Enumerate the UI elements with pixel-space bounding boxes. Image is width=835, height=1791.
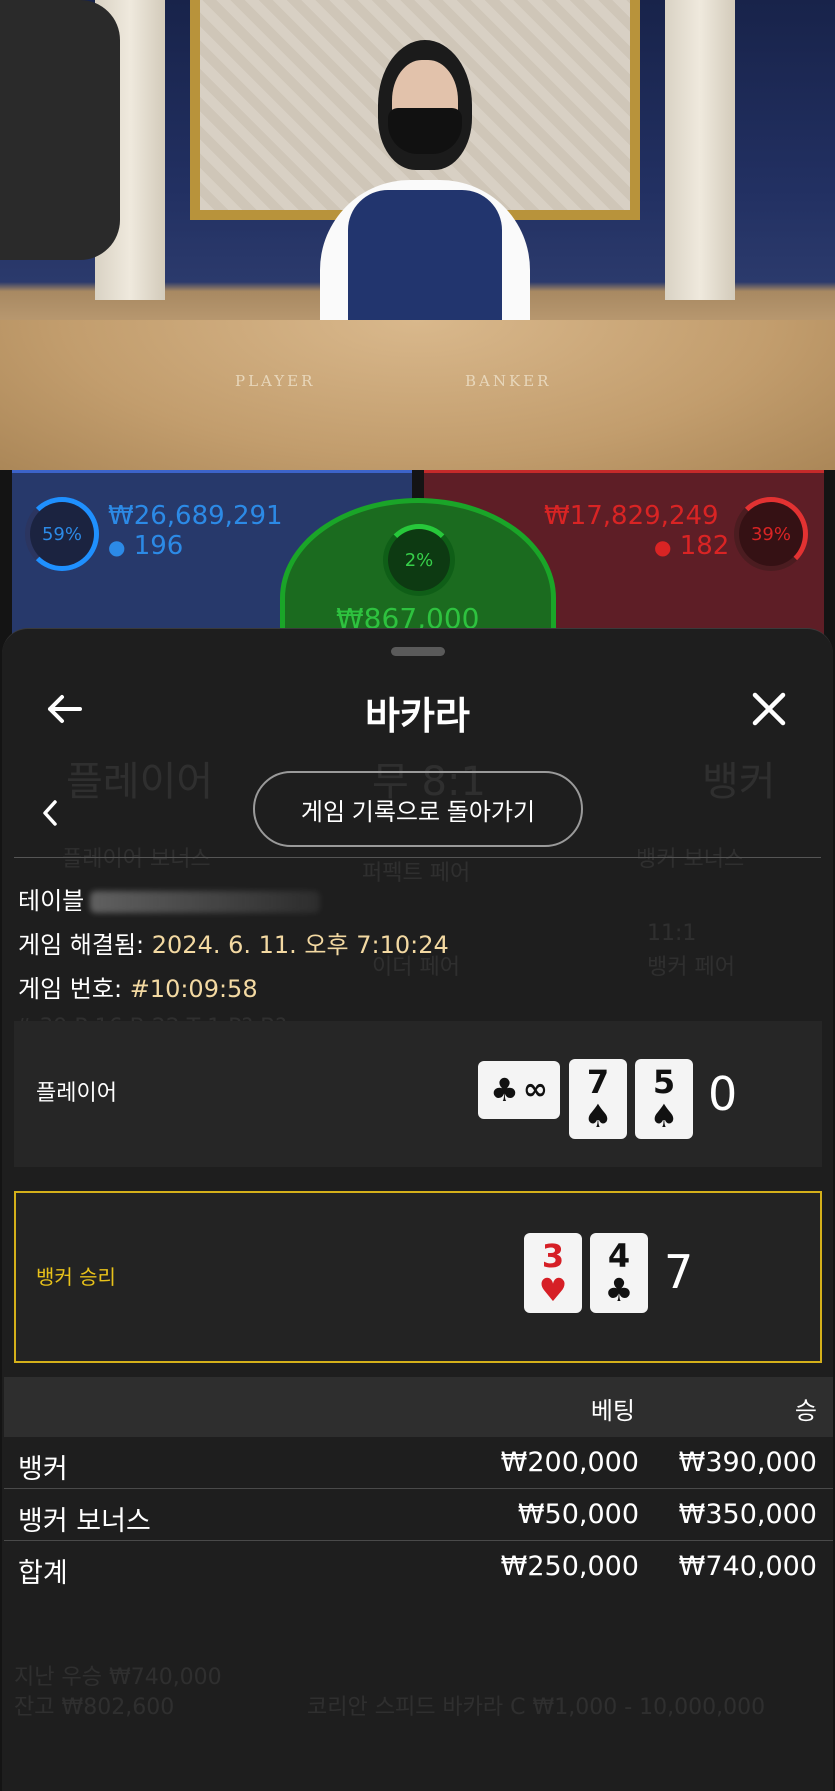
card-rank: 3 bbox=[541, 1237, 565, 1275]
bets-table-header: 베팅 승 bbox=[4, 1377, 833, 1437]
table-label-player: PLAYER bbox=[235, 372, 316, 390]
game-detail-sheet: 플레이어 뱅커 무 8:1 플레이어 보너스 퍼펙트 페어 뱅커 보너스 이더 … bbox=[2, 628, 833, 1791]
spade-icon: ♠ bbox=[583, 1097, 613, 1135]
card-rank: ∞ bbox=[522, 1072, 548, 1107]
dealer-assistant-arm bbox=[0, 0, 120, 260]
underlay-text: 뱅커 페어 bbox=[647, 955, 735, 980]
banker-count-value: 182 bbox=[679, 531, 730, 561]
banker-hand-row: 뱅커 승리 3 ♥ 4 ♣ 7 bbox=[14, 1191, 822, 1363]
sheet-title: 바카라 bbox=[365, 694, 470, 738]
resolved-row: 게임 해결됨: 2024. 6. 11. 오후 7:10:24 bbox=[18, 925, 449, 960]
person-icon: ● bbox=[654, 535, 672, 559]
player-percent-ring: 59% bbox=[25, 497, 99, 571]
game-number-label: 게임 번호: bbox=[18, 975, 123, 1003]
back-to-history-button[interactable]: 게임 기록으로 돌아가기 bbox=[253, 771, 583, 847]
player-percent: 59% bbox=[41, 523, 82, 545]
win-amount: ₩390,000 bbox=[678, 1447, 817, 1478]
banker-total-amount: ₩17,829,249 bbox=[544, 501, 719, 531]
baccarat-table bbox=[0, 320, 835, 470]
decor-pillar bbox=[665, 0, 735, 300]
banker-percent-ring: 39% bbox=[734, 497, 808, 571]
club-icon: ♣ bbox=[604, 1271, 634, 1309]
game-number-row: 게임 번호: #10:09:58 bbox=[18, 969, 258, 1004]
live-video-feed: PLAYER BANKER bbox=[0, 0, 835, 470]
player-score: 0 bbox=[708, 1067, 738, 1121]
table-label: 테이블 bbox=[18, 887, 85, 915]
club-icon: ♣ bbox=[490, 1071, 519, 1109]
underlay-text: 잔고 ₩802,600 bbox=[14, 1695, 175, 1720]
total-bet: ₩250,000 bbox=[500, 1551, 639, 1582]
dealer-vest bbox=[348, 190, 502, 340]
bet-column-header: 베팅 bbox=[590, 1397, 635, 1425]
total-label: 합계 bbox=[18, 1558, 68, 1589]
table-row: 뱅커 ₩200,000 ₩390,000 bbox=[4, 1437, 833, 1489]
close-button[interactable] bbox=[745, 685, 793, 733]
banker-win-label: 뱅커 승리 bbox=[36, 1265, 116, 1289]
playing-card: 5 ♠ bbox=[635, 1059, 693, 1139]
underlay-text: 뱅커 bbox=[702, 759, 776, 805]
win-amount: ₩350,000 bbox=[678, 1499, 817, 1530]
underlay-text: 퍼펙트 페어 bbox=[362, 861, 471, 886]
win-column-header: 승 bbox=[794, 1397, 817, 1425]
banker-percent: 39% bbox=[750, 523, 791, 545]
resolved-label: 게임 해결됨: bbox=[18, 931, 145, 959]
player-total-amount: ₩26,689,291 bbox=[108, 501, 283, 531]
playing-card: ♣ ∞ bbox=[478, 1061, 560, 1119]
playing-card: 4 ♣ bbox=[590, 1233, 648, 1313]
player-hand-row: 플레이어 ♣ ∞ 7 ♠ 5 ♠ 0 bbox=[14, 1021, 822, 1167]
table-name-redacted bbox=[90, 891, 321, 913]
banker-score: 7 bbox=[664, 1245, 694, 1299]
underlay-text: 코리안 스피드 바카라 C ₩1,000 - 10,000,000 bbox=[307, 1695, 766, 1720]
person-icon: ● bbox=[108, 535, 126, 559]
dealer-mask bbox=[388, 108, 462, 154]
table-label-banker: BANKER bbox=[465, 372, 552, 390]
card-rank: 7 bbox=[586, 1063, 610, 1101]
bet-name: 뱅커 보너스 bbox=[18, 1506, 151, 1537]
tie-percent-ring: 2% bbox=[383, 524, 455, 596]
table-name-row: 테이블 bbox=[18, 881, 321, 916]
player-count: ● 196 bbox=[108, 531, 183, 561]
banker-count: ● 182 bbox=[654, 531, 729, 561]
playing-card: 7 ♠ bbox=[569, 1059, 627, 1139]
previous-game-button[interactable] bbox=[32, 789, 68, 837]
drag-handle[interactable] bbox=[391, 647, 445, 656]
chevron-left-icon bbox=[43, 800, 57, 826]
bet-amount: ₩50,000 bbox=[517, 1499, 639, 1530]
total-win: ₩740,000 bbox=[678, 1551, 817, 1582]
card-rank: 5 bbox=[652, 1063, 676, 1101]
bet-name: 뱅커 bbox=[18, 1454, 68, 1485]
resolved-value: 2024. 6. 11. 오후 7:10:24 bbox=[151, 931, 449, 959]
tie-percent: 2% bbox=[404, 549, 434, 571]
player-hand-label: 플레이어 bbox=[36, 1081, 117, 1106]
divider bbox=[14, 857, 821, 858]
spade-icon: ♠ bbox=[649, 1097, 679, 1135]
underlay-text: 지난 우승 ₩740,000 bbox=[14, 1665, 222, 1690]
player-count-value: 196 bbox=[133, 531, 184, 561]
heart-icon: ♥ bbox=[538, 1271, 568, 1309]
underlay-text: 플레이어 bbox=[66, 759, 214, 805]
underlay-text: 11:1 bbox=[647, 921, 697, 946]
table-row: 뱅커 보너스 ₩50,000 ₩350,000 bbox=[4, 1489, 833, 1541]
game-number-value: #10:09:58 bbox=[129, 975, 258, 1003]
total-row: 합계 ₩250,000 ₩740,000 bbox=[4, 1541, 833, 1593]
close-icon bbox=[752, 692, 786, 726]
bet-amount: ₩200,000 bbox=[500, 1447, 639, 1478]
playing-card: 3 ♥ bbox=[524, 1233, 582, 1313]
app-root: PLAYER BANKER 59% ₩26,689,291 ● 196 ₩17,… bbox=[0, 0, 835, 1791]
card-rank: 4 bbox=[607, 1237, 631, 1275]
